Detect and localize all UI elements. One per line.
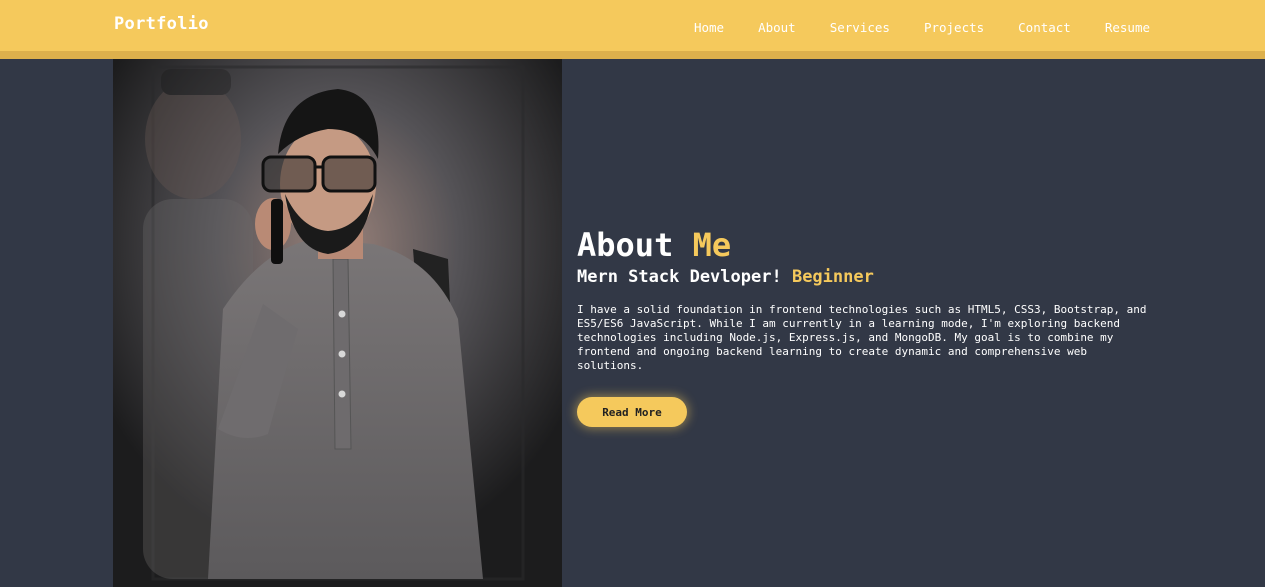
role-title: Mern Stack Devloper! <box>577 267 782 287</box>
nav-link-services[interactable]: Services <box>830 20 890 35</box>
nav-link-about[interactable]: About <box>758 20 796 35</box>
about-title-main: About <box>577 226 674 264</box>
role-subtitle: Mern Stack Devloper! Beginner <box>577 267 874 287</box>
nav-item-resume: Resume <box>1105 17 1150 36</box>
navbar: Portfolio Home About Services Projects C… <box>0 0 1265 59</box>
bio-paragraph: I have a solid foundation in frontend te… <box>577 303 1147 372</box>
nav-link-resume[interactable]: Resume <box>1105 20 1150 35</box>
read-more-button[interactable]: Read More <box>577 397 687 427</box>
profile-photo-illustration <box>113 59 562 587</box>
nav-item-projects: Projects <box>924 17 984 36</box>
nav-link-projects[interactable]: Projects <box>924 20 984 35</box>
nav-menu: Home About Services Projects Contact Res… <box>694 17 1150 36</box>
role-level: Beginner <box>791 267 874 287</box>
nav-item-home: Home <box>694 17 724 36</box>
about-title-accent: Me <box>692 226 732 264</box>
profile-photo <box>113 59 562 587</box>
nav-item-contact: Contact <box>1018 17 1071 36</box>
nav-link-home[interactable]: Home <box>694 20 724 35</box>
brand-logo[interactable]: Portfolio <box>114 14 209 34</box>
nav-item-services: Services <box>830 17 890 36</box>
nav-link-contact[interactable]: Contact <box>1018 20 1071 35</box>
nav-item-about: About <box>758 17 796 36</box>
about-title: About Me <box>577 226 731 264</box>
